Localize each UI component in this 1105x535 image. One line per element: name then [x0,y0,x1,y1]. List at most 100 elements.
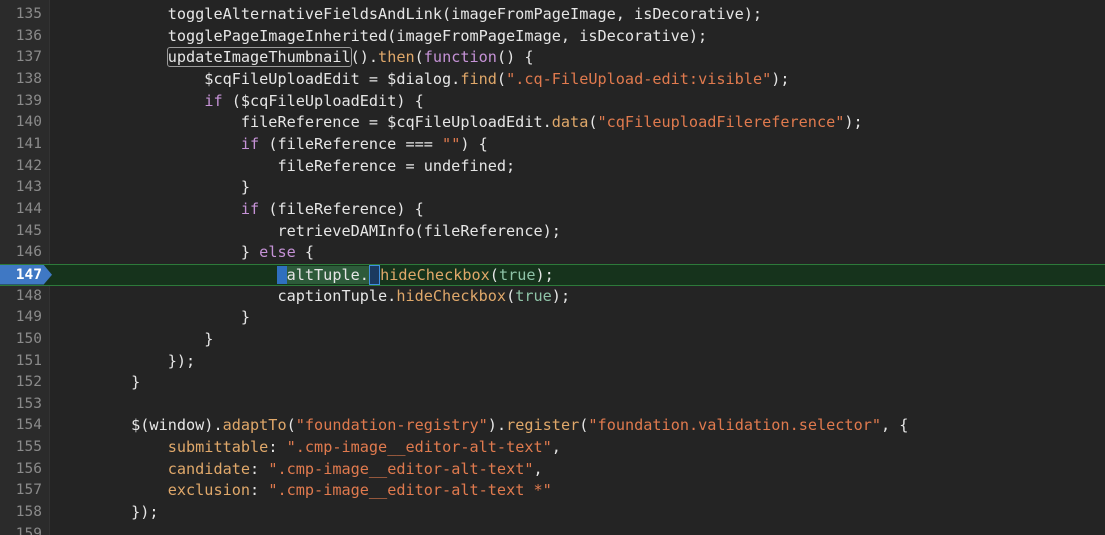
code-token-plain: , [551,438,561,457]
line-number[interactable]: 152 [0,372,42,394]
code-token-plain: ( [496,69,507,88]
code-token-fn: register [506,416,580,435]
line-number[interactable]: 138 [0,69,42,91]
code-line[interactable]: 159 [0,524,1105,535]
code-text[interactable]: captionTuple.hideCheckbox(true); [58,286,570,308]
code-line[interactable]: 135 toggleAlternativeFieldsAndLink(image… [0,4,1105,26]
code-line[interactable]: 140 fileReference = $cqFileUploadEdit.da… [0,112,1105,134]
code-line[interactable]: 139 if ($cqFileUploadEdit) { [0,91,1105,113]
code-line[interactable]: 146 } else { [0,242,1105,264]
code-text[interactable]: }); [58,351,195,373]
code-text[interactable]: togglePageImageInherited(imageFromPageIm… [58,26,707,48]
line-number[interactable]: 147 [0,265,42,287]
line-number[interactable]: 159 [0,524,42,535]
line-number[interactable]: 137 [0,47,42,69]
line-number[interactable]: 156 [0,459,42,481]
line-number[interactable]: 149 [0,307,42,329]
code-token-plain: ); [771,69,790,88]
code-token-str: ".cmp-image__editor-alt-text" [286,438,552,457]
line-number[interactable]: 151 [0,351,42,373]
code-text[interactable]: toggleAlternativeFieldsAndLink(imageFrom… [58,4,762,26]
code-token-cursor2 [368,264,381,285]
line-number[interactable]: 136 [0,26,42,48]
line-number[interactable]: 142 [0,156,42,178]
code-line[interactable]: 157 exclusion: ".cmp-image__editor-alt-t… [0,480,1105,502]
line-number[interactable]: 143 [0,177,42,199]
code-text[interactable]: } [58,372,140,394]
line-number[interactable]: 145 [0,221,42,243]
code-token-kw: if [240,199,260,218]
code-line[interactable]: 156 candidate: ".cmp-image__editor-alt-t… [0,459,1105,481]
code-line[interactable]: 138 $cqFileUploadEdit = $dialog.find(".c… [0,69,1105,91]
code-text[interactable]: candidate: ".cmp-image__editor-alt-text"… [58,459,543,481]
code-text[interactable]: submittable: ".cmp-image__editor-alt-tex… [58,437,561,459]
line-number[interactable]: 155 [0,437,42,459]
code-text[interactable]: } [58,177,250,199]
code-editor[interactable]: 135 toggleAlternativeFieldsAndLink(image… [0,0,1105,535]
code-token-plain: ( [588,113,598,132]
code-line[interactable]: 158 }); [0,502,1105,524]
code-line[interactable]: 143 } [0,177,1105,199]
code-line[interactable]: 144 if (fileReference) { [0,199,1105,221]
code-token-box: updateImageThumbnail [166,47,352,68]
code-text[interactable]: $cqFileUploadEdit = $dialog.find(".cq-Fi… [58,69,790,91]
code-line[interactable]: 155 submittable: ".cmp-image__editor-alt… [0,437,1105,459]
code-line[interactable]: 150 } [0,329,1105,351]
code-line[interactable]: 152 } [0,372,1105,394]
line-number[interactable]: 148 [0,286,42,308]
code-text[interactable]: if (fileReference === "") { [58,134,488,156]
code-token-plain: } [58,329,214,348]
code-line[interactable]: 145 retrieveDAMInfo(fileReference); [0,221,1105,243]
current-code-line[interactable]: 147 altTuple. hideCheckbox(true); [0,263,1105,287]
code-line[interactable]: 137 updateImageThumbnail().then(function… [0,47,1105,69]
code-token-fn: then [378,48,415,67]
code-text[interactable]: retrieveDAMInfo(fileReference); [58,221,560,243]
code-line[interactable]: 142 fileReference = undefined; [0,156,1105,178]
code-token-fn: adaptTo [222,416,287,435]
line-number[interactable]: 139 [0,91,42,113]
line-number[interactable]: 135 [0,4,42,26]
code-text[interactable]: if ($cqFileUploadEdit) { [58,91,423,113]
code-token-plain: , [533,459,543,478]
code-token-plain: , { [881,416,909,435]
line-number[interactable]: 141 [0,134,42,156]
code-text[interactable]: exclusion: ".cmp-image__editor-alt-text … [58,480,552,502]
code-token-fn: find [460,69,497,88]
line-number[interactable]: 150 [0,329,42,351]
code-text[interactable]: } else { [58,242,314,264]
code-text[interactable]: $(window).adaptTo("foundation-registry")… [58,415,908,437]
code-line[interactable]: 153 [0,394,1105,416]
line-number[interactable]: 140 [0,112,42,134]
code-token-cursor [277,265,287,284]
code-text[interactable]: updateImageThumbnail().then(function() { [58,47,534,69]
code-text[interactable]: } [58,329,213,351]
line-number[interactable]: 146 [0,242,42,264]
code-line[interactable]: 136 togglePageImageInherited(imageFromPa… [0,26,1105,48]
code-token-val: true [515,286,552,305]
line-number[interactable]: 154 [0,415,42,437]
code-line[interactable]: 148 captionTuple.hideCheckbox(true); [0,286,1105,308]
code-text[interactable]: if (fileReference) { [58,199,424,221]
code-token-kw: if [240,134,260,153]
code-token-plain: } [58,308,251,327]
line-number[interactable]: 153 [0,394,42,416]
code-line[interactable]: 141 if (fileReference === "") { [0,134,1105,156]
code-text[interactable]: fileReference = undefined; [58,156,515,178]
line-number[interactable]: 144 [0,199,42,221]
code-line[interactable]: 149 } [0,307,1105,329]
line-number[interactable]: 157 [0,480,42,502]
code-token-plain: (). [350,48,379,67]
code-text[interactable]: }); [58,502,159,524]
code-text[interactable]: } [58,307,250,329]
code-token-plain: }); [58,503,159,522]
code-text[interactable]: fileReference = $cqFileUploadEdit.data("… [58,112,863,134]
code-line[interactable]: 154 $(window).adaptTo("foundation-regist… [0,415,1105,437]
line-number[interactable]: 158 [0,502,42,524]
code-token-plain: () { [496,48,534,67]
code-text[interactable]: altTuple. hideCheckbox(true); [58,264,554,287]
code-line[interactable]: 151 }); [0,351,1105,373]
